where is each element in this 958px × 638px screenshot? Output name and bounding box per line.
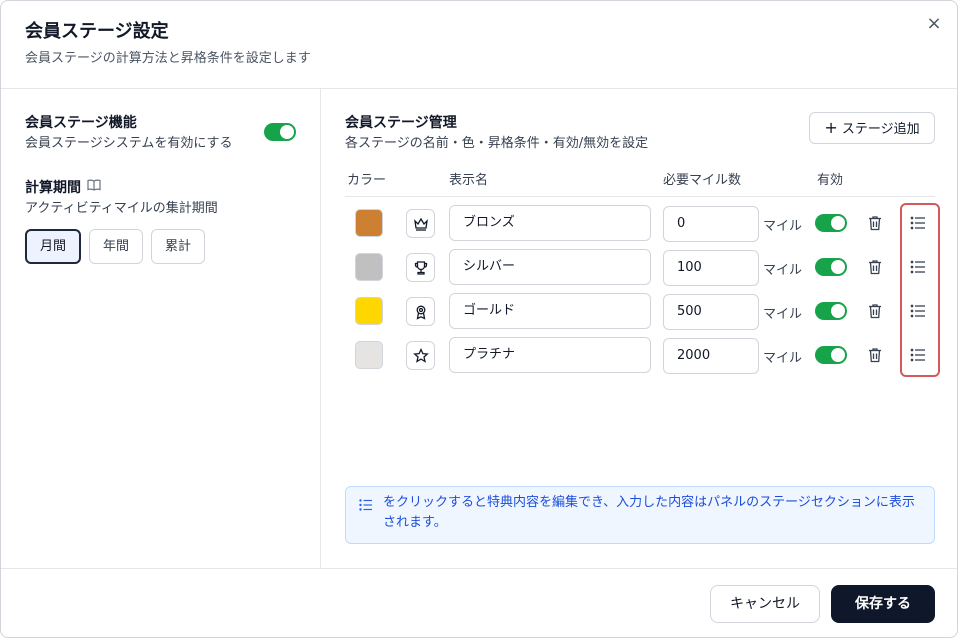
dialog-title: 会員ステージ設定 xyxy=(25,21,169,42)
miles-unit: マイル xyxy=(763,351,803,366)
column-header-enabled: 有効 xyxy=(817,173,844,188)
table-row: ブロンズ 0 マイル xyxy=(321,205,957,252)
close-icon[interactable]: × xyxy=(923,13,945,35)
required-miles-input[interactable]: 100 xyxy=(663,250,759,286)
period-option-monthly[interactable]: 月間 xyxy=(25,229,81,264)
cancel-button[interactable]: キャンセル xyxy=(710,585,820,623)
toggle-knob xyxy=(831,216,845,230)
period-title: 計算期間 xyxy=(25,180,81,196)
left-panel: 会員ステージ機能 会員ステージシステムを有効にする 計算期間 アクティビティマイ… xyxy=(1,89,321,569)
column-header-miles: 必要マイル数 xyxy=(663,173,742,188)
info-notice: をクリックすると特典内容を編集でき、入力した内容はパネルのステージセクションに表… xyxy=(345,486,935,544)
trash-icon[interactable] xyxy=(866,302,884,320)
toggle-knob xyxy=(831,304,845,318)
trash-icon[interactable] xyxy=(866,258,884,276)
stage-icon-button[interactable] xyxy=(406,209,435,238)
color-swatch[interactable] xyxy=(355,341,383,369)
dialog-footer: キャンセル 保存する xyxy=(1,568,957,637)
toggle-knob xyxy=(831,260,845,274)
period-option-yearly[interactable]: 年間 xyxy=(89,229,143,264)
stage-management-title: 会員ステージ管理 xyxy=(345,115,457,131)
stage-enabled-toggle[interactable] xyxy=(815,302,847,320)
stage-name-input[interactable]: プラチナ xyxy=(449,337,651,373)
crown-icon xyxy=(414,217,428,231)
add-stage-button[interactable]: + ステージ追加 xyxy=(809,112,935,144)
stage-enabled-toggle[interactable] xyxy=(815,258,847,276)
required-miles-input[interactable]: 0 xyxy=(663,206,759,242)
stage-name-input[interactable]: シルバー xyxy=(449,249,651,285)
stage-icon-button[interactable] xyxy=(406,297,435,326)
trophy-icon xyxy=(414,261,428,275)
stage-enabled-toggle[interactable] xyxy=(815,214,847,232)
column-header-color: カラー xyxy=(347,173,387,188)
required-miles-input[interactable]: 2000 xyxy=(663,338,759,374)
period-option-cumulative[interactable]: 累計 xyxy=(151,229,205,264)
table-row: プラチナ 2000 マイル xyxy=(321,337,957,384)
stage-settings-dialog: 会員ステージ設定 会員ステージの計算方法と昇格条件を設定します × 会員ステージ… xyxy=(0,0,958,638)
right-panel: 会員ステージ管理 各ステージの名前・色・昇格条件・有効/無効を設定 + ステージ追… xyxy=(321,89,957,569)
add-stage-label: ステージ追加 xyxy=(841,122,920,137)
feature-toggle[interactable] xyxy=(264,123,296,141)
stage-enabled-toggle[interactable] xyxy=(815,346,847,364)
miles-unit: マイル xyxy=(763,263,803,278)
toggle-knob xyxy=(280,125,294,139)
stage-name-input[interactable]: ゴールド xyxy=(449,293,651,329)
miles-unit: マイル xyxy=(763,219,803,234)
plus-icon: + xyxy=(824,118,838,137)
trash-icon[interactable] xyxy=(866,214,884,232)
list-icon xyxy=(359,499,372,511)
table-divider xyxy=(345,196,935,197)
feature-desc: 会員ステージシステムを有効にする xyxy=(25,136,233,151)
info-text: をクリックすると特典内容を編集でき、入力した内容はパネルのステージセクションに表… xyxy=(383,495,915,530)
stage-name-input[interactable]: ブロンズ xyxy=(449,205,651,241)
star-icon xyxy=(413,348,429,363)
stage-management-desc: 各ステージの名前・色・昇格条件・有効/無効を設定 xyxy=(345,136,649,151)
color-swatch[interactable] xyxy=(355,209,383,237)
reorder-highlight xyxy=(900,203,940,377)
medal-icon xyxy=(416,305,426,320)
trash-icon[interactable] xyxy=(866,346,884,364)
required-miles-input[interactable]: 500 xyxy=(663,294,759,330)
book-icon[interactable] xyxy=(87,179,101,191)
column-header-name: 表示名 xyxy=(449,173,489,188)
feature-title: 会員ステージ機能 xyxy=(25,115,137,131)
miles-unit: マイル xyxy=(763,307,803,322)
stage-icon-button[interactable] xyxy=(406,341,435,370)
table-row: ゴールド 500 マイル xyxy=(321,293,957,340)
period-desc: アクティビティマイルの集計期間 xyxy=(25,201,218,216)
toggle-knob xyxy=(831,348,845,362)
dialog-subtitle: 会員ステージの計算方法と昇格条件を設定します xyxy=(25,51,311,66)
color-swatch[interactable] xyxy=(355,297,383,325)
dialog-header: 会員ステージ設定 会員ステージの計算方法と昇格条件を設定します × xyxy=(1,1,957,89)
table-row: シルバー 100 マイル xyxy=(321,249,957,296)
save-button[interactable]: 保存する xyxy=(831,585,935,623)
color-swatch[interactable] xyxy=(355,253,383,281)
stage-icon-button[interactable] xyxy=(406,253,435,282)
